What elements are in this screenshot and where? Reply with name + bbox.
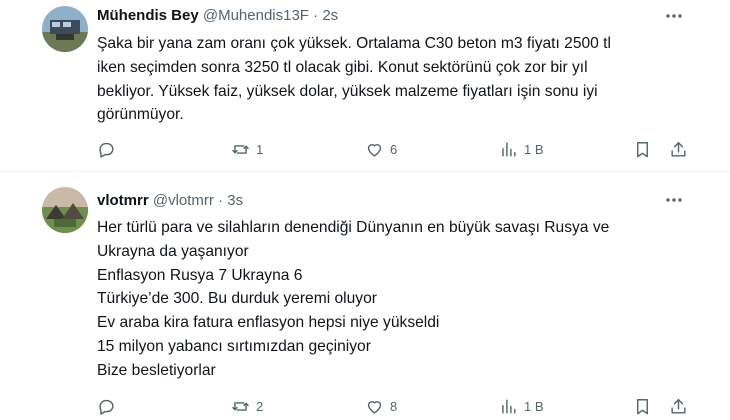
more-horizontal-icon: [666, 198, 682, 202]
share-button[interactable]: [669, 137, 688, 161]
reply-icon: [99, 142, 114, 158]
reply-icon: [99, 399, 114, 415]
retweet-button[interactable]: 1: [231, 137, 263, 161]
retweet-icon: [232, 144, 249, 154]
retweet-button[interactable]: 2: [231, 394, 263, 418]
tweet[interactable]: vlotmrr @vlotmrr · 3s Her türlü para ve …: [0, 173, 730, 420]
display-name[interactable]: Mühendis Bey: [97, 7, 199, 24]
tweet[interactable]: Mühendis Bey @Muhendis13F · 2s Şaka bir …: [0, 0, 730, 172]
views-button[interactable]: 1 B: [499, 394, 544, 418]
tweet-actions: 1 6 1 B: [97, 137, 693, 161]
avatar[interactable]: [42, 187, 88, 233]
bookmark-icon: [637, 398, 648, 414]
views-chart-icon: [502, 398, 516, 414]
tweet-text-line: bekliyor. Yüksek faiz, yüksek dolar, yük…: [97, 82, 598, 100]
tweet-text-line: iken seçimden sonra 3250 tl olacak gibi.…: [97, 58, 588, 76]
user-handle[interactable]: @Muhendis13F: [203, 7, 309, 24]
tweet-text-line: Şaka bir yana zam oranı çok yüksek. Orta…: [97, 35, 611, 52]
tweet-text-line: Enflasyon Rusya 7 Ukrayna 6: [97, 266, 303, 284]
avatar[interactable]: [42, 6, 88, 52]
tweet-text-line: 15 milyon yabancı sırtımızdan geçiniyor: [97, 337, 371, 355]
reply-button[interactable]: [97, 394, 122, 418]
like-button[interactable]: 8: [365, 394, 397, 418]
separator-dot: ·: [313, 7, 319, 24]
retweet-count: 1: [256, 141, 264, 157]
display-name[interactable]: vlotmrr: [97, 192, 149, 209]
share-button[interactable]: [669, 394, 688, 418]
retweet-icon: [232, 401, 249, 411]
like-button[interactable]: 6: [365, 137, 397, 161]
tweet-header: vlotmrr @vlotmrr · 3s: [97, 192, 243, 209]
tweet-text-line: Ukrayna da yaşanıyor: [97, 242, 249, 260]
timestamp[interactable]: 2s: [322, 7, 338, 24]
reply-button[interactable]: [97, 137, 122, 161]
like-count: 6: [390, 141, 398, 157]
share-icon: [671, 398, 686, 414]
heart-icon: [367, 143, 382, 157]
timestamp[interactable]: 3s: [227, 192, 243, 209]
tweet-text: Her türlü para ve silahların denendiği D…: [97, 216, 697, 383]
bookmark-button[interactable]: [633, 394, 652, 418]
more-horizontal-icon: [666, 14, 682, 18]
views-button[interactable]: 1 B: [499, 137, 544, 161]
heart-icon: [367, 400, 382, 414]
bookmark-button[interactable]: [633, 137, 652, 161]
more-button[interactable]: [662, 189, 686, 211]
view-count: 1 B: [524, 141, 544, 157]
tweet-text: Şaka bir yana zam oranı çok yüksek. Orta…: [97, 32, 697, 127]
retweet-count: 2: [256, 398, 264, 414]
tweet-text-line: Ev araba kira fatura enflasyon hepsi niy…: [97, 314, 440, 332]
view-count: 1 B: [524, 398, 544, 414]
share-icon: [671, 141, 686, 157]
user-handle[interactable]: @vlotmrr: [153, 192, 214, 209]
tweet-actions: 2 8 1 B: [97, 394, 693, 418]
tweet-text-line: Bize besletiyorlar: [97, 361, 216, 379]
views-chart-icon: [502, 141, 516, 157]
more-button[interactable]: [662, 5, 686, 27]
tweet-text-line: görünmüyor.: [97, 106, 184, 124]
like-count: 8: [390, 398, 398, 414]
separator-dot: ·: [218, 192, 224, 209]
tweet-text-line: Türkiye’de 300. Bu durduk yeremi oluyor: [97, 290, 377, 308]
bookmark-icon: [637, 141, 648, 157]
tweet-text-line: Her türlü para ve silahların denendiği D…: [97, 219, 610, 236]
tweet-header: Mühendis Bey @Muhendis13F · 2s: [97, 7, 338, 24]
